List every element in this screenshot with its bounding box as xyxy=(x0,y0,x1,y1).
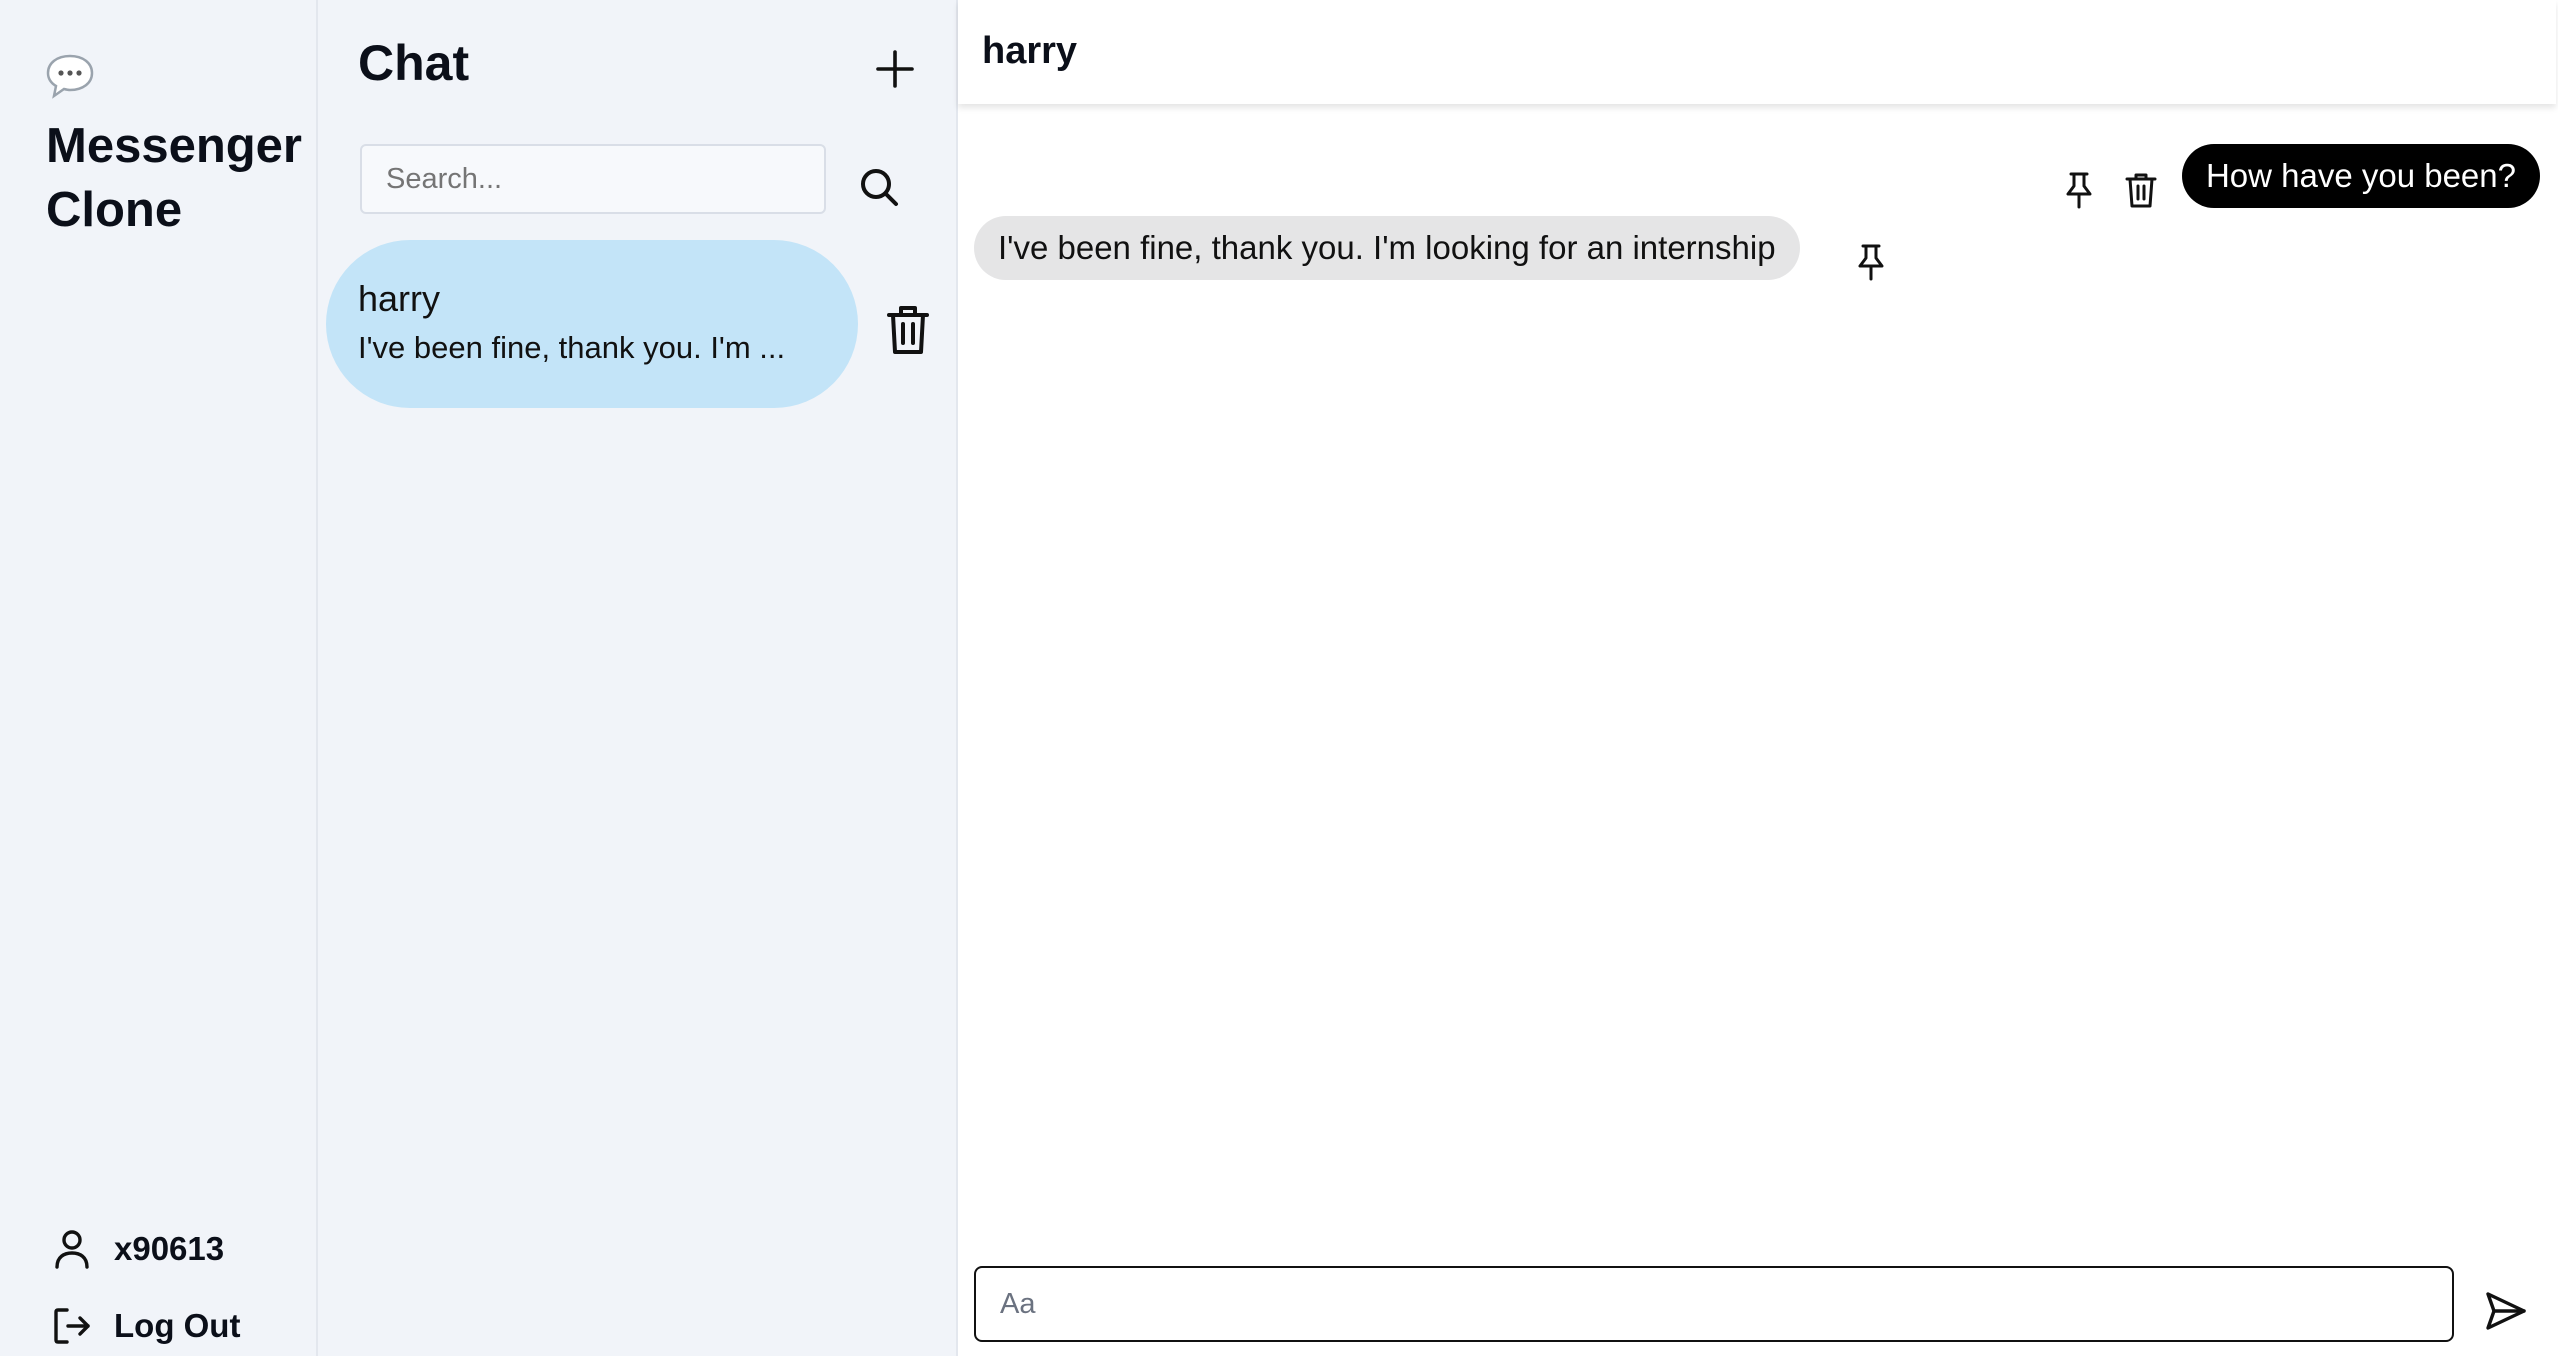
user-icon xyxy=(52,1228,92,1270)
conversation-header: harry xyxy=(958,0,2556,104)
conversation-title: harry xyxy=(982,30,1078,72)
incoming-message: I've been fine, thank you. I'm looking f… xyxy=(974,216,1800,280)
chat-list-title: Chat xyxy=(358,35,470,91)
pin-icon[interactable] xyxy=(1854,242,1888,282)
conversation-panel: harry How have you been? I've been fine,… xyxy=(958,0,2556,1356)
left-nav: Messenger Clone x90613 Log Out xyxy=(0,0,318,1356)
logout-label: Log Out xyxy=(114,1307,241,1344)
new-chat-button[interactable] xyxy=(874,48,916,90)
conversation-item[interactable]: harry I've been fine, thank you. I'm ... xyxy=(326,240,858,408)
search-button[interactable] xyxy=(858,166,900,208)
app-title: Messenger Clone xyxy=(46,119,303,237)
speech-bubble-icon xyxy=(44,52,96,100)
logout-button[interactable]: Log Out xyxy=(52,1306,240,1346)
search-input[interactable] xyxy=(360,144,826,214)
search-icon xyxy=(858,166,900,208)
message-input[interactable] xyxy=(974,1266,2454,1342)
delete-conversation-button[interactable] xyxy=(886,304,930,356)
plus-icon xyxy=(874,48,916,90)
conversation-preview: I've been fine, thank you. I'm ... xyxy=(358,330,786,365)
outgoing-message: How have you been? xyxy=(2181,144,2540,208)
logout-icon xyxy=(52,1306,92,1346)
current-user: x90613 xyxy=(52,1228,224,1270)
conversation-name: harry xyxy=(358,278,441,319)
username-label: x90613 xyxy=(114,1230,225,1267)
pin-icon[interactable] xyxy=(2062,170,2096,210)
trash-icon[interactable] xyxy=(2124,170,2158,210)
send-icon[interactable] xyxy=(2484,1290,2528,1332)
trash-icon xyxy=(886,304,930,356)
